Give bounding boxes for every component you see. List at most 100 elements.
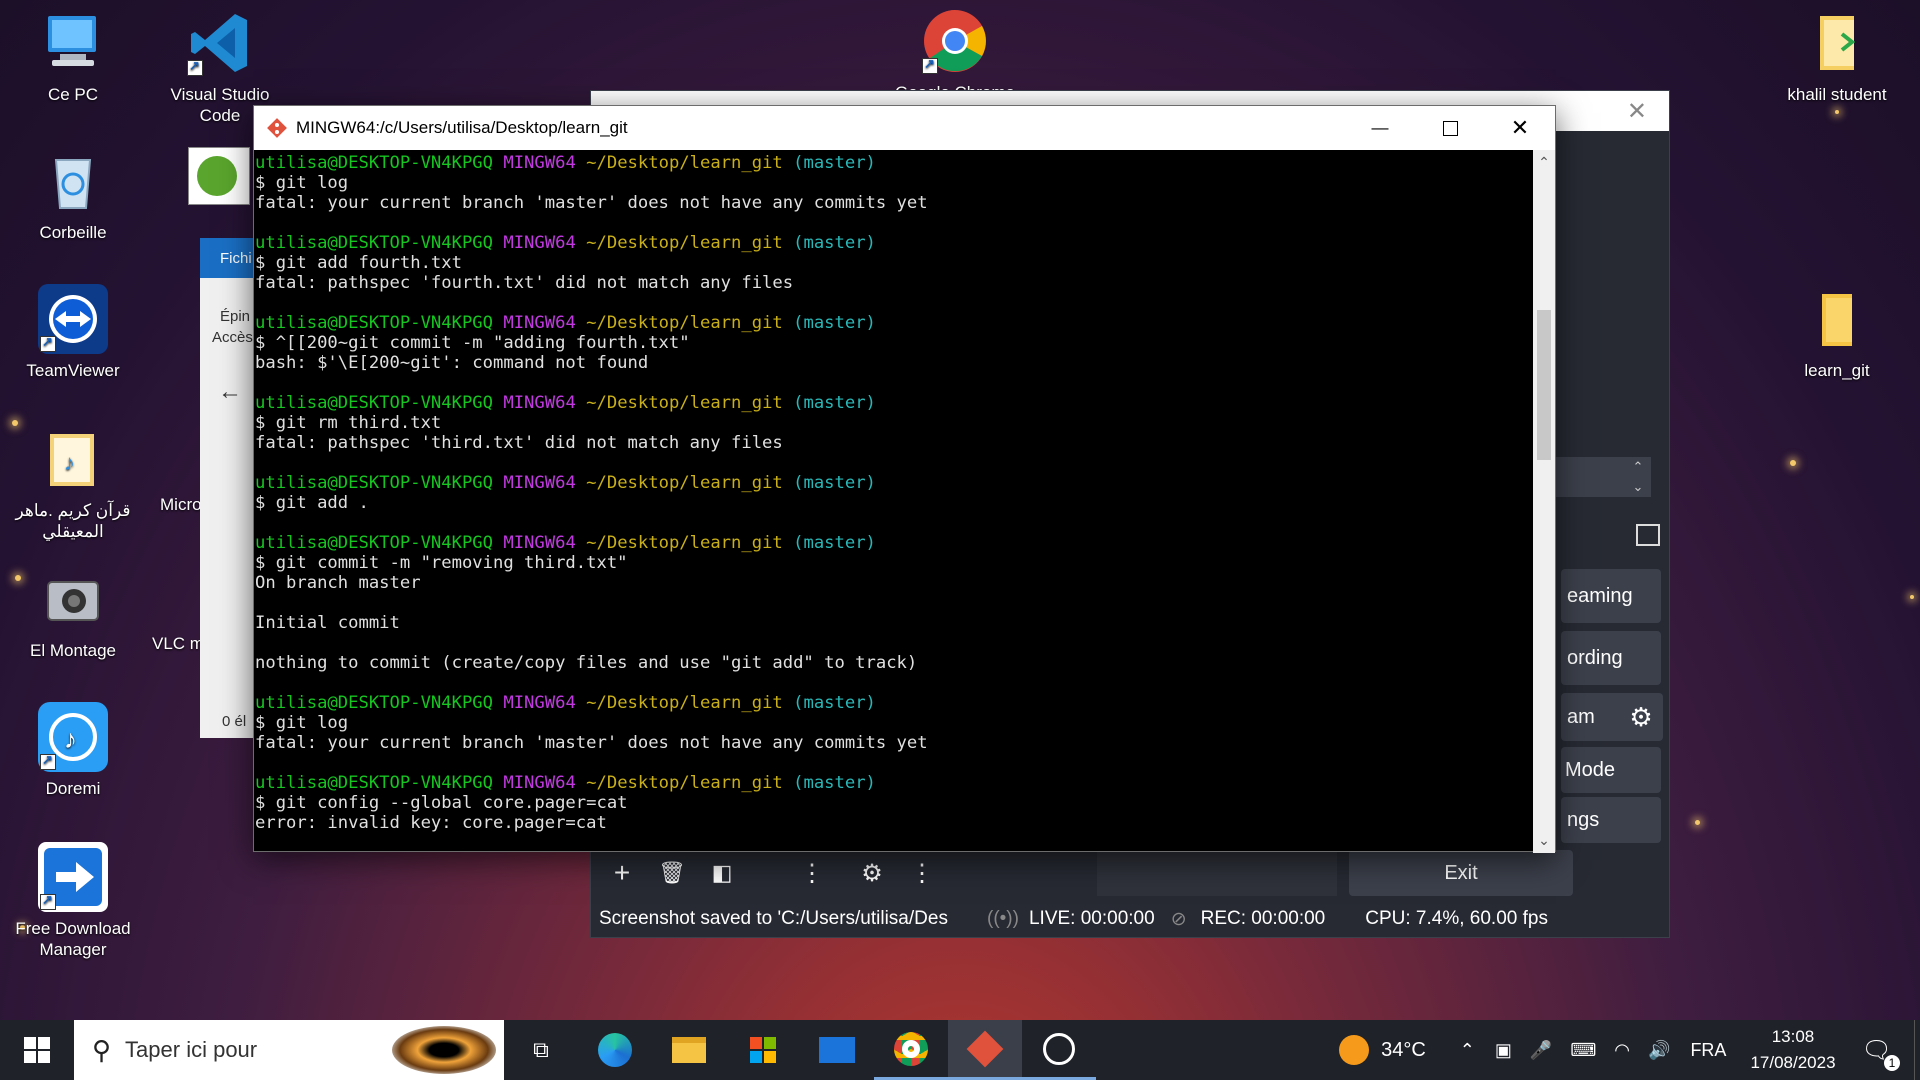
scroll-down-icon[interactable]: ⌄ bbox=[1533, 832, 1555, 849]
desktop-icon-this-pc[interactable]: Ce PC bbox=[8, 8, 138, 105]
search-placeholder: Taper ici pour bbox=[125, 1037, 258, 1062]
prompt-env: MINGW64 bbox=[503, 533, 576, 553]
terminal-prompt-line: utilisa@DESKTOP-VN4KPGQ MINGW64 ~/Deskto… bbox=[255, 313, 1534, 333]
file-explorer-icon[interactable] bbox=[652, 1020, 726, 1080]
terminal-output-line: fatal: pathspec 'fourth.txt' did not mat… bbox=[255, 273, 794, 293]
chevron-up-icon[interactable]: ⌃ bbox=[1460, 1040, 1475, 1061]
terminal-command-line: $ git log bbox=[255, 173, 349, 193]
terminal-prompt-line: utilisa@DESKTOP-VN4KPGQ MINGW64 ~/Deskto… bbox=[255, 773, 1534, 793]
desktop-icon-google-chrome[interactable]: Google Chrome bbox=[890, 6, 1020, 103]
terminal-titlebar[interactable]: MINGW64:/c/Users/utilisa/Desktop/learn_g… bbox=[254, 106, 1555, 150]
chrome-taskbar-icon[interactable] bbox=[874, 1020, 948, 1080]
maximize-icon[interactable] bbox=[1415, 106, 1485, 150]
desktop-icon-doremi[interactable]: ♪ Doremi bbox=[8, 702, 138, 799]
microphone-icon[interactable]: 🎤 bbox=[1530, 1040, 1552, 1061]
scrollbar-thumb[interactable] bbox=[1537, 310, 1551, 460]
svg-text:♪: ♪ bbox=[64, 450, 75, 475]
terminal-output-line: fatal: your current branch 'master' does… bbox=[255, 733, 928, 753]
terminal-command-line: $ ^[[200~git commit -m "adding fourth.tx… bbox=[255, 333, 690, 353]
mail-icon[interactable] bbox=[800, 1020, 874, 1080]
terminal-command-line: $ git add . bbox=[255, 493, 369, 513]
terminal-output-line: nothing to commit (create/copy files and… bbox=[255, 653, 918, 673]
trash-icon[interactable]: 🗑 bbox=[647, 860, 697, 886]
terminal-output[interactable]: utilisa@DESKTOP-VN4KPGQ MINGW64 ~/Deskto… bbox=[254, 150, 1534, 853]
microsoft-store-icon[interactable] bbox=[726, 1020, 800, 1080]
scroll-up-icon[interactable]: ⌃ bbox=[1533, 150, 1555, 171]
volume-icon[interactable]: 🔊 bbox=[1648, 1040, 1670, 1061]
search-icon: ⚲ bbox=[92, 1034, 112, 1065]
meet-now-icon[interactable]: ▣ bbox=[1495, 1040, 1512, 1061]
start-button[interactable] bbox=[0, 1020, 74, 1080]
prompt-env: MINGW64 bbox=[503, 233, 576, 253]
weather-sun-icon bbox=[1339, 1035, 1370, 1065]
show-desktop-button[interactable] bbox=[1914, 1020, 1920, 1080]
obs-taskbar-icon[interactable] bbox=[1022, 1020, 1096, 1080]
desktop-icon-label: khalil student bbox=[1787, 85, 1887, 104]
camera-icon bbox=[38, 564, 108, 634]
prompt-user: utilisa@DESKTOP-VN4KPGQ bbox=[255, 773, 493, 793]
git-bash-taskbar-icon[interactable] bbox=[948, 1020, 1022, 1080]
desktop-icon-recycle-bin[interactable]: Corbeille bbox=[8, 146, 138, 243]
obs-exit-button[interactable]: Exit bbox=[1349, 850, 1573, 896]
terminal-prompt-line: utilisa@DESKTOP-VN4KPGQ MINGW64 ~/Deskto… bbox=[255, 153, 1534, 173]
desktop-icon-label: El Montage bbox=[30, 641, 116, 660]
prompt-path: ~/Desktop/learn_git bbox=[586, 313, 783, 333]
desktop-icon-khalil-student[interactable]: khalil student bbox=[1772, 8, 1902, 105]
prompt-branch: (master) bbox=[793, 473, 876, 493]
prompt-branch: (master) bbox=[793, 313, 876, 333]
obs-start-streaming-button[interactable]: eaming bbox=[1561, 569, 1661, 623]
prompt-branch: (master) bbox=[793, 533, 876, 553]
dock-popout-icon[interactable] bbox=[1636, 524, 1660, 546]
desktop-icon-el-montage[interactable]: El Montage bbox=[8, 564, 138, 661]
obs-toolbar: + 🗑 ◧ ⋮ ⚙ ⋮ Exit bbox=[591, 847, 1671, 899]
recycle-bin-icon bbox=[38, 146, 108, 216]
obs-panel-placeholder bbox=[1097, 850, 1337, 896]
terminal-prompt-line: utilisa@DESKTOP-VN4KPGQ MINGW64 ~/Deskto… bbox=[255, 533, 1534, 553]
desktop-icon-label: Doremi bbox=[45, 779, 101, 798]
desktop-icon-label: learn_git bbox=[1804, 361, 1870, 380]
record-icon: ⊘ bbox=[1170, 908, 1187, 930]
more-vertical-icon[interactable]: ⋮ bbox=[787, 859, 837, 888]
obs-start-recording-button[interactable]: ording bbox=[1561, 631, 1661, 685]
search-box[interactable]: ⚲ Taper ici pour bbox=[74, 1020, 504, 1080]
minimize-icon[interactable]: — bbox=[1345, 106, 1415, 150]
audio-settings-icon[interactable]: ⚙ bbox=[847, 859, 897, 888]
close-icon[interactable]: ✕ bbox=[1485, 106, 1555, 150]
language-indicator[interactable]: FRA bbox=[1690, 1040, 1726, 1061]
input-indicator-icon[interactable]: ⌨ bbox=[1570, 1040, 1596, 1061]
weather-temperature[interactable]: 34°C bbox=[1381, 1039, 1426, 1062]
terminal-scrollbar[interactable]: ⌃ ⌄ bbox=[1533, 150, 1555, 853]
clock-date: 17/08/2023 bbox=[1750, 1053, 1836, 1072]
vscode-icon bbox=[185, 8, 255, 78]
desktop-icon-free-download-manager[interactable]: Free Download Manager bbox=[8, 842, 138, 961]
close-icon[interactable]: ✕ bbox=[1627, 97, 1647, 126]
clock[interactable]: 13:08 17/08/2023 bbox=[1750, 1024, 1835, 1076]
desktop-icon-teamviewer[interactable]: TeamViewer bbox=[8, 284, 138, 381]
prompt-user: utilisa@DESKTOP-VN4KPGQ bbox=[255, 233, 493, 253]
desktop-icon-learn-git[interactable]: learn_git bbox=[1772, 284, 1902, 381]
terminal-command-line: $ git log bbox=[255, 713, 349, 733]
prompt-branch: (master) bbox=[793, 773, 876, 793]
task-view-icon[interactable]: ⧉ bbox=[504, 1020, 578, 1080]
add-icon[interactable]: + bbox=[597, 857, 647, 889]
desktop-icon-quran-folder[interactable]: ♪ قرآن كريم .ماهر المعيقلي bbox=[8, 424, 138, 543]
shortcut-arrow-icon bbox=[40, 892, 56, 910]
broadcast-icon: ((•)) bbox=[987, 908, 1019, 929]
bandicam-taskbar-thumbnail[interactable] bbox=[188, 147, 250, 205]
filter-icon[interactable]: ◧ bbox=[697, 860, 747, 886]
clock-time: 13:08 bbox=[1771, 1027, 1815, 1046]
edge-icon[interactable] bbox=[578, 1020, 652, 1080]
gear-icon[interactable]: ⚙ bbox=[1619, 693, 1663, 741]
prompt-path: ~/Desktop/learn_git bbox=[586, 393, 783, 413]
desktop-icon-label: Free Download Manager bbox=[15, 919, 131, 960]
notifications-button[interactable]: 🗨 1 bbox=[1862, 1036, 1900, 1071]
chevron-updown-icon[interactable]: ⌃ ⌄ bbox=[1625, 457, 1651, 497]
more-vertical-icon[interactable]: ⋮ bbox=[897, 859, 947, 888]
prompt-branch: (master) bbox=[793, 393, 876, 413]
terminal-prompt-line: utilisa@DESKTOP-VN4KPGQ MINGW64 ~/Deskto… bbox=[255, 233, 1534, 253]
background-star bbox=[1695, 820, 1700, 825]
obs-settings-button[interactable]: ngs bbox=[1561, 797, 1661, 843]
wifi-icon[interactable]: ◠ bbox=[1614, 1040, 1630, 1061]
obs-studio-mode-button[interactable]: Mode bbox=[1561, 747, 1661, 793]
